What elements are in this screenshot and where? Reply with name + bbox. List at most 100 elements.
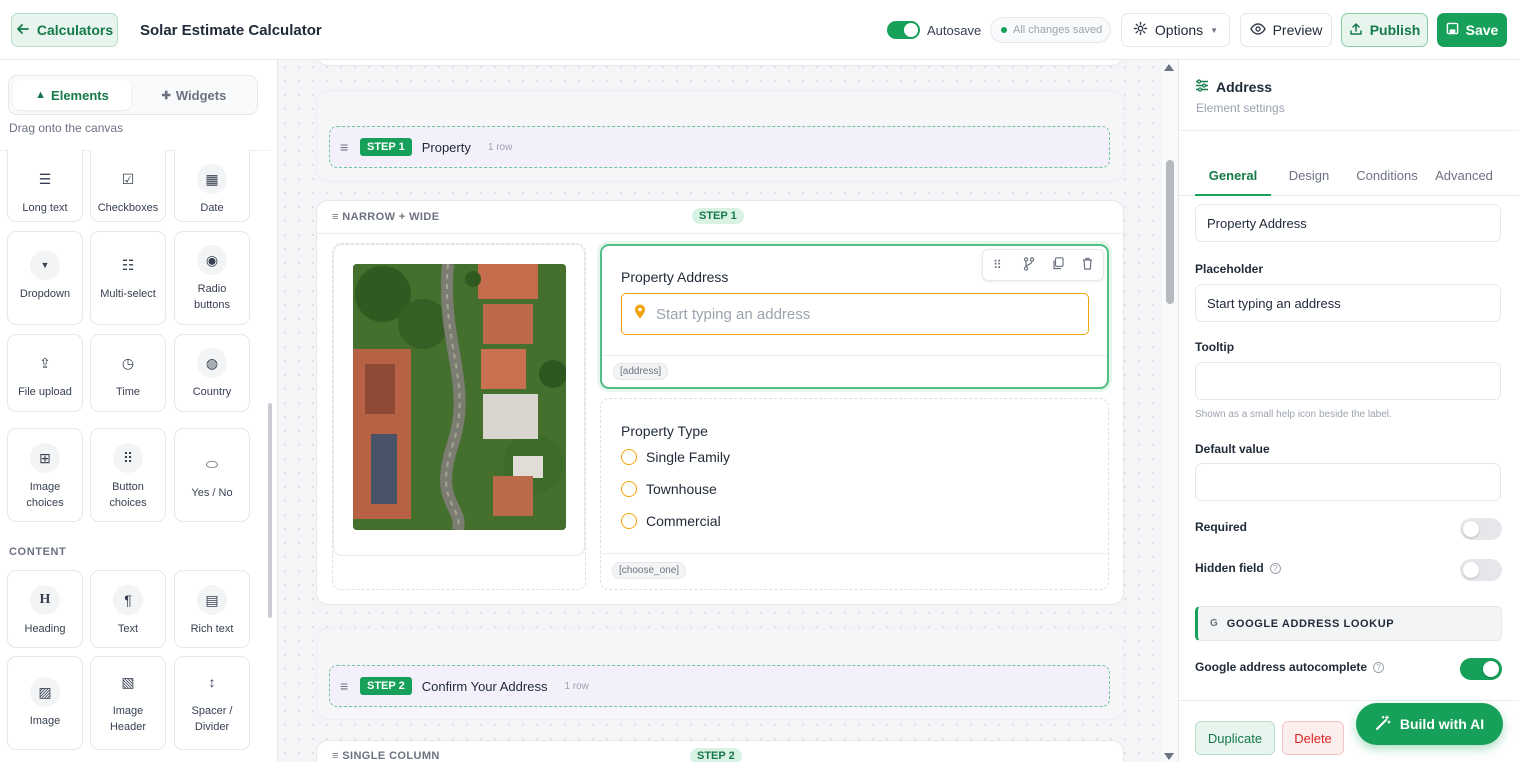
tile-label: Multi-select xyxy=(100,288,156,300)
element-tile-long-text[interactable]: ☰ Long text xyxy=(7,150,83,222)
element-tile-time[interactable]: ◷ Time xyxy=(90,334,166,412)
aerial-photo-image xyxy=(353,264,566,530)
publish-button[interactable]: Publish xyxy=(1341,13,1428,47)
top-bar: Calculators Solar Estimate Calculator Au… xyxy=(0,0,1519,60)
radio-option-townhouse[interactable]: Townhouse xyxy=(621,481,717,497)
element-tile-spacer-divider[interactable]: ↕ Spacer / Divider xyxy=(174,656,250,750)
copy-icon[interactable] xyxy=(1052,257,1064,275)
duplicate-button[interactable]: Duplicate xyxy=(1195,721,1275,755)
element-tile-dropdown[interactable]: ▼ Dropdown xyxy=(7,231,83,325)
sidebar-scrollbar[interactable] xyxy=(268,403,272,618)
required-toggle[interactable] xyxy=(1460,518,1502,540)
placeholder-input[interactable]: Start typing an address xyxy=(1195,284,1501,322)
field-key-badge: [address] xyxy=(613,363,669,380)
back-to-calculators-button[interactable]: Calculators xyxy=(11,13,118,47)
eye-icon xyxy=(1249,22,1266,39)
branch-icon[interactable] xyxy=(1023,257,1035,276)
element-tile-multi-select[interactable]: ☷ Multi-select xyxy=(90,231,166,325)
layout-step-pill: STEP 1 xyxy=(692,208,744,224)
radio-option-label: Commercial xyxy=(646,513,721,529)
drag-grip-icon[interactable]: ⠿ xyxy=(993,258,1002,272)
address-input[interactable]: Start typing an address xyxy=(621,293,1089,335)
element-tile-rich-text[interactable]: ▤ Rich text xyxy=(174,570,250,648)
radio-circle-icon xyxy=(621,449,637,465)
tile-label: Text xyxy=(117,623,139,635)
drag-handle-icon[interactable]: ≡ xyxy=(340,139,352,155)
tab-elements[interactable]: ▲ Elements xyxy=(13,80,131,110)
options-button[interactable]: Options ▼ xyxy=(1121,13,1230,47)
element-tile-country[interactable]: ◍ Country xyxy=(174,334,250,412)
toggle-icon: ⬭ xyxy=(197,449,227,479)
sidebar-tabs: ▲ Elements ✚ Widgets xyxy=(8,75,258,115)
delete-button[interactable]: Delete xyxy=(1282,721,1344,755)
property-type-element[interactable]: Property Type Single Family Townhouse Co… xyxy=(600,398,1109,590)
element-tile-image-header[interactable]: ▧ Image Header xyxy=(90,656,166,750)
element-tile-radio-buttons[interactable]: ◉ Radio buttons xyxy=(174,231,250,325)
tooltip-input[interactable] xyxy=(1195,362,1501,400)
document-icon: ▤ xyxy=(197,585,227,615)
save-status-text: All changes saved xyxy=(1013,24,1103,36)
step-2-row[interactable]: ≡ STEP 2 Confirm Your Address 1 row xyxy=(329,665,1110,707)
tab-widgets[interactable]: ✚ Widgets xyxy=(135,80,253,110)
hidden-field-toggle[interactable] xyxy=(1460,559,1502,581)
help-icon[interactable]: ? xyxy=(1269,563,1281,575)
element-tile-heading[interactable]: H Heading xyxy=(7,570,83,648)
dots-grid-icon: ⠿ xyxy=(113,443,143,473)
tile-label: Country xyxy=(192,386,232,398)
elements-sidebar: ▲ Elements ✚ Widgets Drag onto the canva… xyxy=(0,60,278,762)
step-1-row[interactable]: ≡ STEP 1 Property 1 row xyxy=(329,126,1110,168)
radio-option-commercial[interactable]: Commercial xyxy=(621,513,721,529)
label-input[interactable]: Property Address xyxy=(1195,204,1501,242)
radio-circle-icon xyxy=(621,481,637,497)
gear-icon xyxy=(1133,21,1148,39)
element-settings-panel: Address Element settings General Design … xyxy=(1178,60,1519,762)
trash-icon[interactable] xyxy=(1082,257,1093,275)
build-with-ai-label: Build with AI xyxy=(1399,716,1485,732)
paragraph-icon: ¶ xyxy=(113,585,143,615)
tile-label: Rich text xyxy=(190,623,234,635)
tile-label: Heading xyxy=(24,623,66,635)
tab-conditions[interactable]: Conditions xyxy=(1349,168,1425,196)
form-canvas[interactable]: ≡ STEP 1 Property 1 row ≡ NARROW + WIDE … xyxy=(278,60,1164,762)
google-g-icon: G xyxy=(1210,618,1218,629)
publish-label: Publish xyxy=(1369,22,1421,38)
field-key-badge: [choose_one] xyxy=(612,562,687,579)
radio-option-single-family[interactable]: Single Family xyxy=(621,449,730,465)
tab-general[interactable]: General xyxy=(1195,168,1271,196)
save-button[interactable]: Save xyxy=(1437,13,1507,47)
drag-handle-icon[interactable]: ≡ xyxy=(340,678,352,694)
element-tile-button-choices[interactable]: ⠿ Button choices xyxy=(90,428,166,522)
tab-design[interactable]: Design xyxy=(1275,168,1343,196)
element-tile-yes-no[interactable]: ⬭ Yes / No xyxy=(174,428,250,522)
autosave-label: Autosave xyxy=(927,23,982,38)
scroll-down-arrow-icon[interactable] xyxy=(1164,753,1174,760)
element-tile-checkboxes[interactable]: ☑ Checkboxes xyxy=(90,150,166,222)
tile-label: Radio buttons xyxy=(193,283,231,311)
scrollbar-thumb[interactable] xyxy=(1166,160,1174,304)
help-icon[interactable]: ? xyxy=(1373,662,1385,674)
element-tile-file-upload[interactable]: ⇪ File upload xyxy=(7,334,83,412)
hidden-field-row: Hidden field? xyxy=(1195,561,1281,575)
floppy-disk-icon xyxy=(1446,22,1459,38)
element-tile-date[interactable]: ▦ Date xyxy=(174,150,250,222)
default-value-input[interactable] xyxy=(1195,463,1501,501)
drag-hint: Drag onto the canvas xyxy=(9,121,124,135)
image-element[interactable] xyxy=(333,244,585,556)
options-label: Options xyxy=(1154,22,1204,38)
element-tile-text[interactable]: ¶ Text xyxy=(90,570,166,648)
address-field-element[interactable]: ⠿ Property Address Start typing an addre… xyxy=(600,244,1109,389)
scroll-up-arrow-icon[interactable] xyxy=(1164,64,1174,71)
tile-label: File upload xyxy=(18,386,72,398)
content-section-title: CONTENT xyxy=(9,546,67,558)
build-with-ai-button[interactable]: Build with AI xyxy=(1356,703,1503,745)
layout-label: ≡ NARROW + WIDE xyxy=(332,211,440,223)
element-tile-image-choices[interactable]: ⊞ Image choices xyxy=(7,428,83,522)
tab-elements-label: Elements xyxy=(51,87,109,103)
autocomplete-toggle[interactable] xyxy=(1460,658,1502,680)
element-tile-image[interactable]: ▨ Image xyxy=(7,656,83,750)
status-dot-icon xyxy=(1001,27,1007,33)
preview-button[interactable]: Preview xyxy=(1240,13,1332,47)
tab-advanced[interactable]: Advanced xyxy=(1429,168,1499,196)
globe-icon: ◍ xyxy=(197,348,227,378)
autosave-toggle[interactable] xyxy=(887,21,920,39)
